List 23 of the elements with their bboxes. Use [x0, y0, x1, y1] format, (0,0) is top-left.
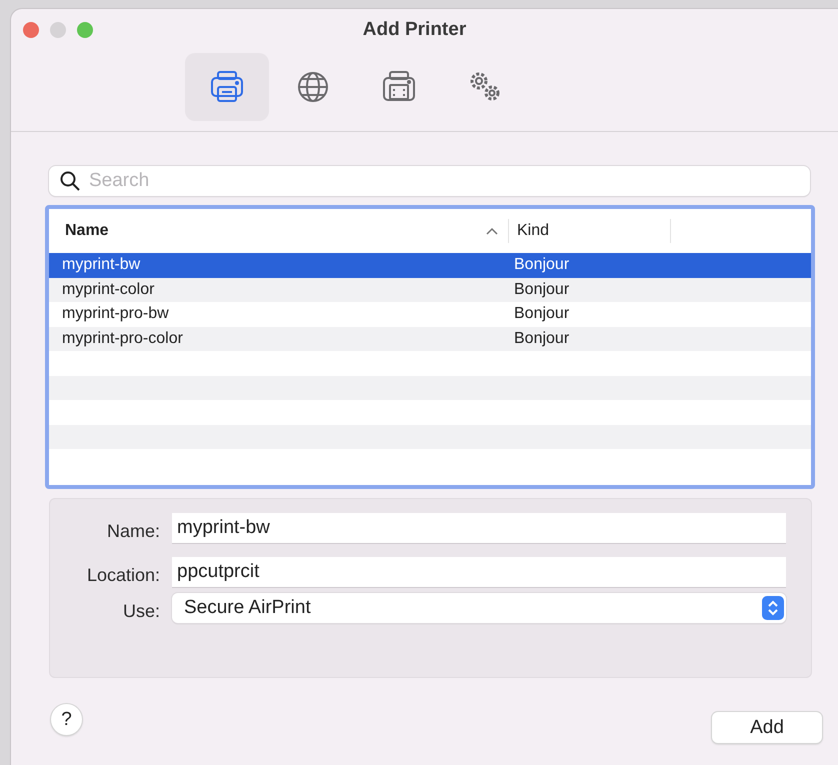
field-label: Use:	[122, 601, 160, 623]
field-label: Location:	[86, 565, 160, 587]
location-field[interactable]: ppcutprcit	[172, 557, 786, 587]
use-dropdown[interactable]: Secure AirPrint	[172, 593, 786, 623]
column-header[interactable]: Kind	[509, 219, 671, 243]
stepper-icon	[762, 596, 784, 620]
search-icon	[60, 171, 80, 191]
globe-icon	[295, 69, 331, 105]
table-row[interactable]: myprint-color Bonjour	[49, 278, 811, 302]
zoom-button[interactable]	[77, 22, 93, 38]
printer-icon	[209, 69, 245, 105]
column-header[interactable]: Name	[49, 219, 509, 243]
field-label: Name:	[106, 521, 160, 543]
add-button[interactable]: Add	[712, 712, 822, 743]
name-field[interactable]: myprint-bw	[172, 513, 786, 543]
table-row[interactable]: myprint-bw Bonjour	[49, 253, 811, 278]
help-button[interactable]: ?	[51, 704, 82, 735]
toolbar-tab[interactable]	[185, 53, 269, 121]
sort-caret-icon	[486, 227, 498, 235]
close-button[interactable]	[23, 22, 39, 38]
table-row[interactable]: myprint-pro-color Bonjour	[49, 326, 811, 351]
search-field[interactable]: Search	[49, 166, 810, 196]
window-title: Add Printer	[362, 19, 466, 41]
